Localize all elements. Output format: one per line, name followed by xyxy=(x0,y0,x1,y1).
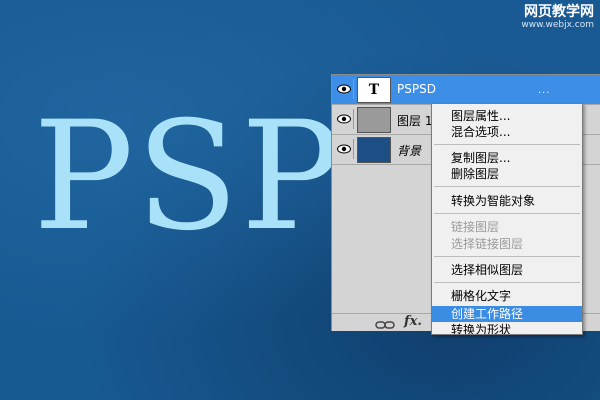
watermark: 网页教学网 www.webjx.com xyxy=(521,4,594,30)
layer-thumbnail xyxy=(357,107,391,133)
watermark-title: 网页教学网 xyxy=(524,4,594,20)
menu-item-duplicate-layer[interactable]: 复制图层... xyxy=(432,150,582,166)
menu-separator xyxy=(434,213,580,214)
menu-item-layer-properties[interactable]: 图层属性... xyxy=(432,108,582,124)
menu-separator xyxy=(434,256,580,257)
menu-separator xyxy=(434,186,580,187)
eye-icon[interactable] xyxy=(335,79,354,99)
eye-icon[interactable] xyxy=(335,139,354,159)
watermark-url: www.webjx.com xyxy=(521,20,594,30)
layer-context-menu: 图层属性... 混合选项... 复制图层... 删除图层 转换为智能对象 链接图… xyxy=(431,103,583,335)
menu-item-select-linked-layers: 选择链接图层 xyxy=(451,237,524,251)
layer-name[interactable]: 背景 xyxy=(397,142,421,159)
menu-item-rasterize-type[interactable]: 栅格化文字 xyxy=(432,288,582,304)
eye-icon[interactable] xyxy=(335,109,354,129)
menu-item-convert-to-shape[interactable]: 转换为形状 xyxy=(432,322,582,334)
menu-item-create-work-path[interactable]: 创建工作路径 xyxy=(432,306,582,322)
layer-row-pspsd[interactable]: T PSPSD ... xyxy=(332,75,600,105)
text-layer-thumbnail: T xyxy=(357,77,391,103)
menu-item-blending-options[interactable]: 混合选项... xyxy=(432,124,582,140)
layer-name[interactable]: PSPSD xyxy=(397,82,436,96)
menu-item-link-layers: 链接图层 xyxy=(451,220,500,234)
menu-separator xyxy=(434,144,580,145)
layer-more-dots: ... xyxy=(538,85,551,96)
link-icon[interactable] xyxy=(375,316,395,331)
menu-item-select-similar-layers[interactable]: 选择相似图层 xyxy=(432,262,582,278)
canvas-text-layer: PSP xyxy=(33,90,344,264)
menu-item-delete-layer[interactable]: 删除图层 xyxy=(432,166,582,182)
fx-icon[interactable]: fx. xyxy=(404,314,422,329)
background-thumbnail xyxy=(357,137,391,163)
layer-name[interactable]: 图层 1 xyxy=(397,112,432,129)
menu-separator xyxy=(434,282,580,283)
menu-item-convert-smart-object[interactable]: 转换为智能对象 xyxy=(432,193,582,209)
